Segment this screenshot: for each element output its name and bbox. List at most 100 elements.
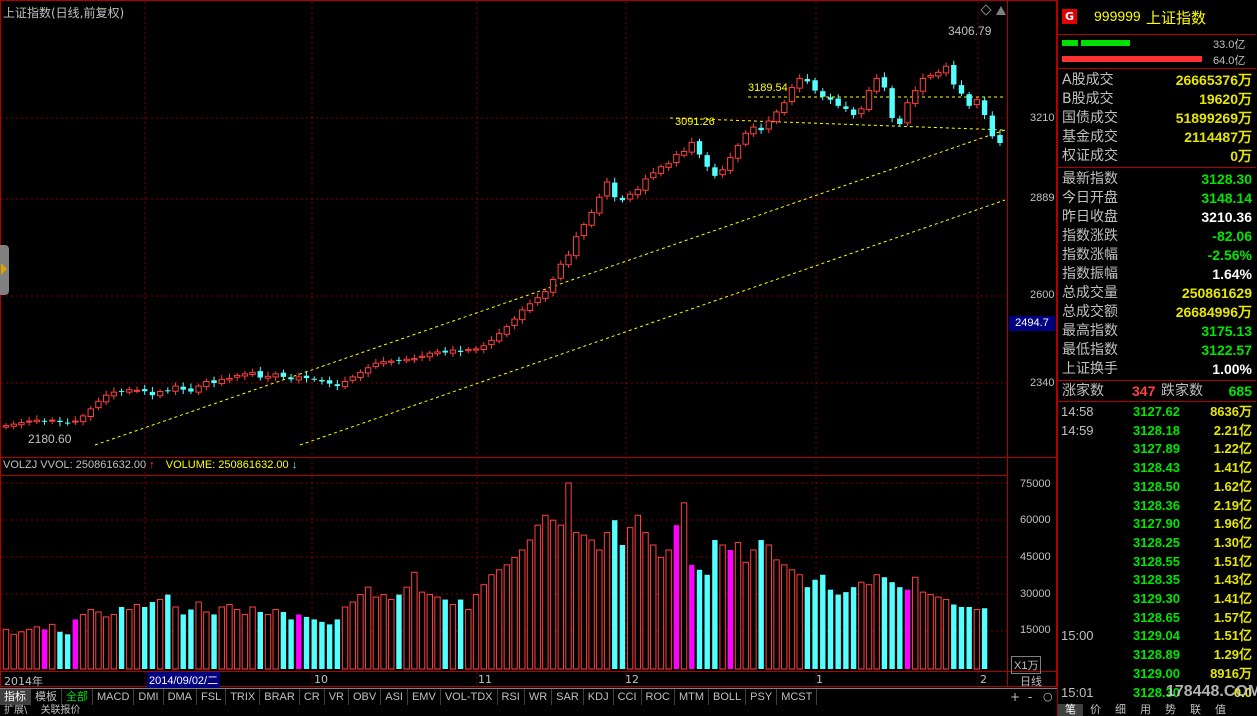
tab-boll[interactable]: BOLL — [709, 689, 747, 705]
linked-quote-tab[interactable]: 关联报价 — [41, 705, 81, 716]
volume-bar — [742, 561, 749, 670]
stat-label: 最低指数 — [1062, 342, 1118, 358]
tab-indicator[interactable]: 指标 — [0, 689, 31, 705]
x-label-1: 1 — [816, 673, 823, 686]
date-tag[interactable]: 2014/09/02/二 — [147, 672, 221, 688]
candle-body — [942, 65, 950, 74]
volume-bar — [364, 586, 372, 670]
tab-price[interactable]: 价 — [1083, 704, 1108, 716]
volume-bar — [25, 628, 33, 670]
vol-axis-60000: 60000 — [1020, 514, 1051, 526]
candle-body — [873, 77, 880, 92]
tab-trades[interactable]: 笔 — [1058, 704, 1083, 716]
tab-kdj[interactable]: KDJ — [584, 689, 614, 705]
tab-cci[interactable]: CCI — [614, 689, 642, 705]
tab-rsi[interactable]: RSI — [498, 689, 525, 705]
candle-body — [465, 348, 472, 352]
tab-roc[interactable]: ROC — [642, 689, 675, 705]
stat-value: 2114487万 — [1184, 129, 1252, 145]
tab-cr[interactable]: CR — [300, 689, 325, 705]
tab-brar[interactable]: BRAR — [260, 689, 300, 705]
candle-body — [673, 154, 680, 163]
tick-volume: 1.22亿 — [1213, 441, 1252, 457]
tab-mtm[interactable]: MTM — [675, 689, 710, 705]
volume-bar — [619, 545, 626, 669]
volume-bar — [480, 584, 487, 670]
advance-decline-row: 涨家数 347 跌家数 685 — [1058, 382, 1256, 401]
volume-bar-up-2 — [1078, 40, 1130, 46]
candle-body — [820, 91, 826, 97]
stat-row-b-shares: B股成交 19620万 — [1058, 90, 1256, 109]
volume-bar — [820, 574, 826, 669]
tab-macd[interactable]: MACD — [93, 689, 135, 705]
candle-body — [211, 380, 217, 383]
volume-bar — [665, 549, 672, 670]
tab-all[interactable]: 全部 — [62, 689, 93, 705]
index-stat-row: 今日开盘 3148.14 — [1058, 189, 1256, 208]
zoom-out-button[interactable]: - — [1028, 690, 1032, 704]
candle-body — [935, 71, 942, 77]
tab-dmi[interactable]: DMI — [134, 689, 164, 705]
collapse-handle[interactable] — [0, 245, 9, 295]
panel-divider-5 — [1058, 401, 1256, 402]
stat-value: -82.06 — [1212, 228, 1252, 244]
tab-dma[interactable]: DMA — [164, 689, 198, 705]
stat-value: 51899269万 — [1175, 110, 1252, 126]
x-label-2014: 2014年 — [4, 675, 43, 688]
tab-use[interactable]: 用 — [1133, 704, 1158, 716]
candle-body — [133, 389, 141, 392]
tab-vol-tdx[interactable]: VOL-TDX — [441, 689, 498, 705]
volume-bar — [488, 574, 495, 670]
collapse-triangle-icon[interactable] — [996, 6, 1006, 15]
zoom-in-button[interactable]: + — [1010, 690, 1020, 704]
tab-obv[interactable]: OBV — [349, 689, 382, 705]
volume-bar — [334, 619, 341, 669]
candle-body — [472, 348, 480, 351]
reset-button[interactable]: ○ — [1043, 690, 1053, 703]
stat-label: 最高指数 — [1062, 323, 1118, 339]
candle-body — [349, 376, 356, 381]
extension-tab[interactable]: 扩展\ — [4, 705, 27, 716]
tab-fsl[interactable]: FSL — [197, 689, 227, 705]
candle-body — [364, 367, 372, 374]
candle-body — [434, 351, 441, 355]
candle-body — [634, 189, 642, 196]
volume-bar — [372, 596, 380, 670]
tab-trix[interactable]: TRIX — [226, 689, 261, 705]
candle-body — [997, 135, 1003, 143]
tab-value[interactable]: 值 — [1208, 704, 1233, 716]
candle-body — [64, 422, 71, 424]
x-label-12: 12 — [625, 673, 639, 686]
candle-body — [619, 197, 626, 201]
tab-wr[interactable]: WR — [525, 689, 553, 705]
volume-bar — [873, 574, 880, 670]
tab-link[interactable]: 联 — [1183, 704, 1208, 716]
candle-body — [843, 106, 849, 109]
candle-body — [418, 355, 426, 358]
candle-body — [142, 389, 148, 392]
tab-detail[interactable]: 细 — [1108, 704, 1133, 716]
tab-vr[interactable]: VR — [325, 689, 349, 705]
tab-mcst[interactable]: MCST — [777, 689, 818, 705]
tab-template[interactable]: 模板 — [31, 689, 62, 705]
volume-bar — [951, 604, 957, 669]
tab-sar[interactable]: SAR — [552, 689, 584, 705]
candle-body — [426, 352, 433, 358]
volume-bar — [156, 599, 164, 670]
volume-bar — [704, 574, 710, 669]
tab-trend[interactable]: 势 — [1158, 704, 1183, 716]
trend-line — [669, 117, 1006, 131]
candle-body — [495, 333, 503, 342]
stat-label: 基金成交 — [1062, 129, 1118, 145]
index-stat-row: 总成交额 26684996万 — [1058, 303, 1256, 322]
stat-label: 昨日收盘 — [1062, 209, 1118, 225]
tab-emv[interactable]: EMV — [408, 689, 441, 705]
index-stat-row: 最低指数 3122.57 — [1058, 341, 1256, 360]
tab-asi[interactable]: ASI — [381, 689, 408, 705]
volume-bar — [341, 606, 349, 670]
period-label[interactable]: 日线 — [1020, 673, 1042, 689]
volume-bar — [33, 626, 41, 670]
stat-label: 国债成交 — [1062, 110, 1118, 126]
stat-label: 指数振幅 — [1062, 266, 1118, 282]
tab-psy[interactable]: PSY — [746, 689, 778, 705]
